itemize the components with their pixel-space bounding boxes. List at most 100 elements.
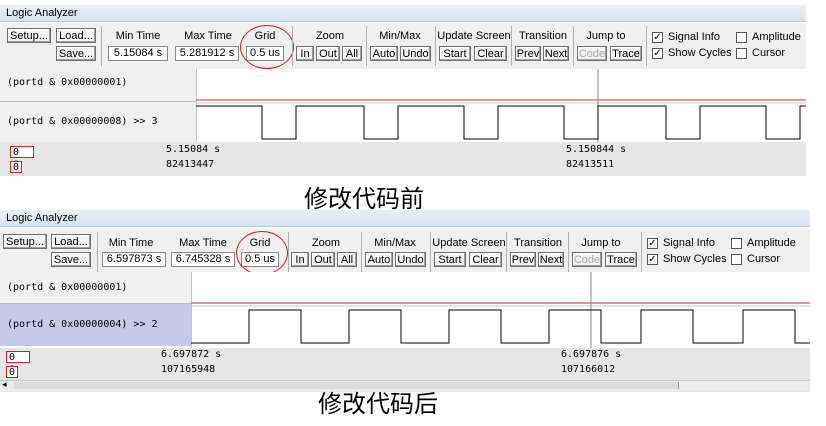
- signal-name: (portd & 0x00000008) >> 3: [7, 116, 158, 127]
- amplitude-checkbox[interactable]: [731, 238, 742, 249]
- signal-name-row-selected[interactable]: (portd & 0x00000004) >> 2: [0, 304, 191, 346]
- amplitude-label: Amplitude: [747, 237, 796, 249]
- show-cycles-checkbox[interactable]: ✓: [652, 48, 663, 59]
- clear-button[interactable]: Clear: [474, 46, 507, 61]
- separator: [101, 26, 102, 66]
- show-cycles-checkbox[interactable]: ✓: [647, 254, 658, 265]
- grid-highlight-circle: [240, 25, 294, 69]
- transition-label: Transition: [519, 30, 567, 42]
- right-cursor-cycles: 82413511: [566, 159, 615, 170]
- max-time-value: 5.281912 s: [175, 46, 239, 61]
- zoom-out-button[interactable]: Out: [311, 252, 335, 267]
- max-time-label: Max Time: [179, 237, 227, 249]
- max-time-label: Max Time: [184, 30, 232, 42]
- amplitude-checkbox[interactable]: [736, 32, 747, 43]
- waveform-area[interactable]: [191, 272, 810, 348]
- signal-name: (portd & 0x00000001): [7, 282, 128, 293]
- scroll-left-arrow-icon[interactable]: ◂: [2, 379, 7, 390]
- separator: [641, 232, 642, 272]
- right-cursor-time: 5.150844 s: [566, 144, 627, 155]
- waveform-traces: [191, 272, 810, 348]
- zoom-in-button[interactable]: In: [291, 252, 309, 267]
- code-button[interactable]: Code: [572, 252, 602, 267]
- cursor-checkbox[interactable]: [736, 48, 747, 59]
- start-button[interactable]: Start: [434, 252, 466, 267]
- signal-name-row[interactable]: (portd & 0x00000001): [0, 69, 196, 102]
- separator: [511, 26, 512, 66]
- separator: [361, 232, 362, 272]
- zero-box[interactable]: 0: [10, 161, 22, 173]
- setup-button[interactable]: Setup...: [3, 234, 47, 249]
- separator: [506, 232, 507, 272]
- cursor-label: Cursor: [752, 47, 786, 59]
- jump-to-label: Jump to: [581, 237, 621, 249]
- separator: [573, 26, 574, 66]
- minmax-label: Min/Max: [374, 237, 416, 249]
- separator: [288, 232, 289, 272]
- cursor-label: Cursor: [747, 253, 781, 265]
- signal-info-label: Signal Info: [668, 31, 720, 43]
- signal-name-row[interactable]: (portd & 0x00000008) >> 3: [0, 102, 196, 142]
- code-button[interactable]: Code: [577, 46, 607, 61]
- toolbar: Setup... Load... Save... Min Time 5.1508…: [0, 23, 806, 70]
- grid-highlight-circle: [236, 231, 288, 275]
- auto-button[interactable]: Auto: [365, 252, 393, 267]
- undo-button[interactable]: Undo: [395, 252, 426, 267]
- start-button[interactable]: Start: [439, 46, 471, 61]
- max-time-value: 6.745328 s: [171, 252, 235, 267]
- cursor-checkbox[interactable]: [731, 254, 742, 265]
- save-button[interactable]: Save...: [56, 46, 96, 61]
- signal-name: (portd & 0x00000001): [7, 77, 128, 88]
- jump-to-label: Jump to: [586, 30, 626, 42]
- time-offset-box[interactable]: 0 s: [10, 146, 34, 169]
- min-time-value: 5.15084 s: [108, 46, 168, 61]
- auto-button[interactable]: Auto: [370, 46, 398, 61]
- cursor-info-bar: [0, 142, 806, 176]
- next-button[interactable]: Next: [543, 46, 569, 61]
- right-cursor-cycles: 107166012: [561, 364, 616, 375]
- caption-before: 修改代码前: [304, 185, 424, 213]
- signal-name-row[interactable]: (portd & 0x00000001): [0, 272, 191, 304]
- transition-label: Transition: [514, 237, 562, 249]
- prev-button[interactable]: Prev: [515, 46, 541, 61]
- signal-info-checkbox[interactable]: ✓: [652, 32, 663, 43]
- prev-button[interactable]: Prev: [510, 252, 536, 267]
- show-cycles-label: Show Cycles: [663, 253, 727, 265]
- right-cursor-time: 6.697876 s: [561, 349, 622, 360]
- min-time-label: Min Time: [108, 237, 154, 249]
- zoom-label: Zoom: [315, 30, 345, 42]
- time-offset-box[interactable]: 0 s: [6, 351, 30, 374]
- bottom-analyzer-panel: Logic Analyzer Setup... Load... Save... …: [0, 210, 810, 396]
- zoom-label: Zoom: [311, 237, 341, 249]
- zoom-all-button[interactable]: All: [342, 46, 362, 61]
- setup-button[interactable]: Setup...: [7, 28, 51, 43]
- signal-info-checkbox[interactable]: ✓: [647, 238, 658, 249]
- separator: [646, 26, 647, 66]
- save-button[interactable]: Save...: [51, 252, 91, 267]
- zoom-all-button[interactable]: All: [337, 252, 357, 267]
- left-cursor-cycles: 82413447: [166, 159, 215, 170]
- left-cursor-cycles: 107165948: [161, 364, 216, 375]
- clear-button[interactable]: Clear: [469, 252, 502, 267]
- signal-name: (portd & 0x00000004) >> 2: [7, 319, 158, 330]
- separator: [430, 232, 431, 272]
- waveform-traces: [196, 69, 806, 144]
- zoom-out-button[interactable]: Out: [316, 46, 340, 61]
- next-button[interactable]: Next: [538, 252, 564, 267]
- window-title: Logic Analyzer: [0, 5, 806, 22]
- trace-button[interactable]: Trace: [610, 46, 642, 61]
- min-time-value: 6.597873 s: [102, 252, 166, 267]
- amplitude-label: Amplitude: [752, 31, 801, 43]
- zoom-in-button[interactable]: In: [296, 46, 314, 61]
- left-cursor-time: 5.15084 s: [166, 144, 221, 155]
- load-button[interactable]: Load...: [56, 28, 96, 43]
- waveform-area[interactable]: [196, 69, 806, 144]
- separator: [292, 26, 293, 66]
- separator: [435, 26, 436, 66]
- undo-button[interactable]: Undo: [400, 46, 431, 61]
- zero-box[interactable]: 0: [6, 366, 18, 378]
- load-button[interactable]: Load...: [51, 234, 91, 249]
- trace-button[interactable]: Trace: [605, 252, 637, 267]
- separator: [366, 26, 367, 66]
- show-cycles-label: Show Cycles: [668, 47, 732, 59]
